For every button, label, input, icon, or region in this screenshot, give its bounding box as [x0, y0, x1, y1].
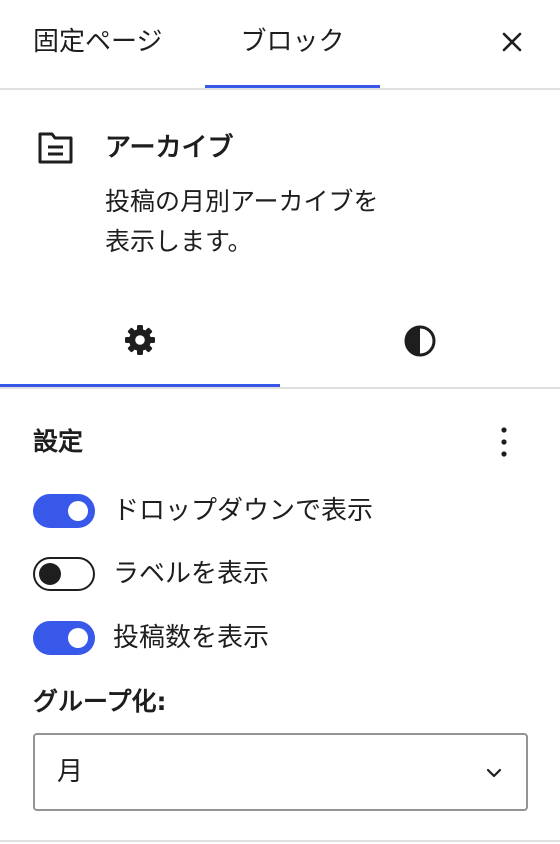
tab-block[interactable]: ブロック — [205, 0, 380, 88]
toggle-show-post-counts[interactable] — [33, 621, 95, 655]
close-button[interactable] — [492, 22, 532, 62]
toggle-knob — [68, 628, 88, 648]
toggle-knob — [68, 501, 88, 521]
contrast-icon — [404, 325, 436, 357]
toggle-label: ラベルを表示 — [113, 559, 270, 589]
block-title: アーカイブ — [105, 133, 234, 163]
chevron-down-icon — [486, 768, 502, 778]
group-by-label: グループ化: — [33, 687, 167, 716]
toggle-label: 投稿数を表示 — [113, 623, 270, 653]
tab-styles[interactable] — [280, 295, 560, 387]
group-by-value: 月 — [57, 757, 84, 787]
block-description: 投稿の月別アーカイブを表示します。 — [105, 187, 379, 256]
inspector-tabs — [0, 295, 560, 389]
tab-settings[interactable] — [0, 295, 280, 387]
toggle-row-label: ラベルを表示 — [33, 554, 269, 594]
toggle-show-label[interactable] — [33, 557, 95, 591]
toggle-knob — [39, 563, 61, 585]
panel-divider — [0, 840, 560, 842]
tab-page[interactable]: 固定ページ — [33, 22, 162, 62]
gear-icon — [125, 324, 155, 355]
settings-panel-title: 設定 — [33, 427, 84, 456]
more-vertical-icon — [501, 427, 507, 457]
toggle-display-as-dropdown[interactable] — [33, 494, 95, 528]
archive-folder-icon — [38, 132, 73, 164]
close-icon — [502, 32, 522, 52]
block-inspector-panel: 固定ページ ブロック アーカイブ 投稿の月別アーカイブを表示します。 設定 ドロ… — [0, 0, 560, 844]
settings-options-button[interactable] — [484, 422, 524, 462]
group-by-select[interactable]: 月 — [33, 733, 528, 811]
toggle-label: ドロップダウンで表示 — [113, 496, 374, 526]
block-card: アーカイブ 投稿の月別アーカイブを表示します。 — [0, 90, 560, 295]
sidebar-header: 固定ページ ブロック — [0, 0, 560, 90]
toggle-row-post-counts: 投稿数を表示 — [33, 618, 269, 658]
toggle-row-dropdown: ドロップダウンで表示 — [33, 491, 373, 531]
